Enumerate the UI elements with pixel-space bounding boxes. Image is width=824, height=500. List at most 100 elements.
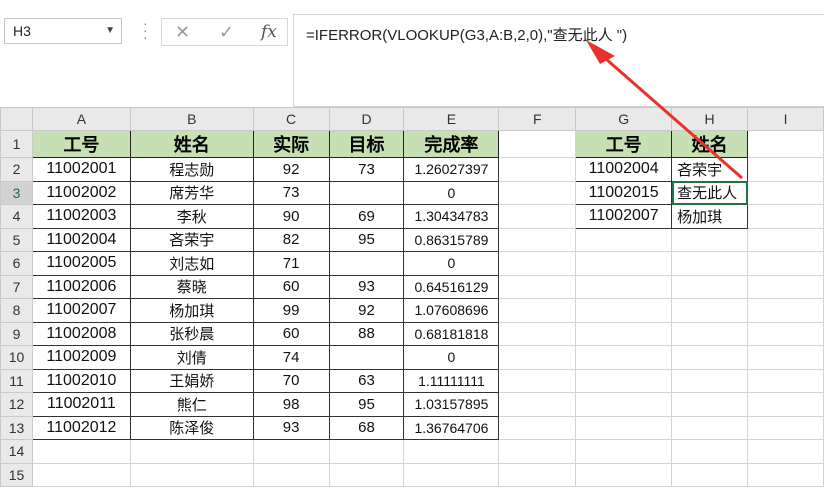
- cell[interactable]: 11002002: [31, 180, 131, 205]
- cell[interactable]: 席芳华: [129, 180, 254, 205]
- row-header[interactable]: 1: [0, 130, 33, 158]
- cell[interactable]: [575, 274, 673, 299]
- cell[interactable]: [498, 204, 577, 229]
- cell[interactable]: [403, 462, 500, 487]
- cell[interactable]: 刘倩: [129, 345, 254, 370]
- cell[interactable]: [328, 439, 405, 464]
- cell[interactable]: [575, 321, 673, 346]
- cell[interactable]: [575, 298, 673, 323]
- cell[interactable]: 0: [403, 345, 500, 370]
- cell[interactable]: [747, 345, 824, 370]
- header-cell[interactable]: 姓名: [129, 130, 254, 158]
- cell[interactable]: [747, 392, 824, 417]
- cell[interactable]: [747, 130, 824, 158]
- cell[interactable]: [498, 439, 577, 464]
- cell[interactable]: [671, 462, 749, 487]
- cell[interactable]: 1.26027397: [403, 157, 500, 182]
- row-header[interactable]: 12: [0, 392, 33, 417]
- cell[interactable]: 60: [252, 274, 330, 299]
- cell[interactable]: 1.36764706: [403, 415, 500, 440]
- cell[interactable]: 张秒晨: [129, 321, 254, 346]
- row-header[interactable]: 15: [0, 462, 33, 487]
- cell[interactable]: 95: [328, 392, 405, 417]
- cell[interactable]: 刘志如: [129, 251, 254, 276]
- cell[interactable]: 11002001: [31, 157, 131, 182]
- cell[interactable]: [498, 130, 577, 158]
- header-cell[interactable]: 实际: [252, 130, 330, 158]
- cell[interactable]: [747, 415, 824, 440]
- cell[interactable]: [129, 462, 254, 487]
- cell[interactable]: [671, 274, 749, 299]
- cell[interactable]: 1.11111111: [403, 368, 500, 393]
- column-header-e[interactable]: E: [403, 107, 500, 131]
- cell[interactable]: 1.07608696: [403, 298, 500, 323]
- header-cell[interactable]: 工号: [575, 130, 673, 158]
- cell[interactable]: 11002009: [31, 345, 131, 370]
- cell[interactable]: [575, 345, 673, 370]
- column-header-b[interactable]: B: [129, 107, 254, 131]
- cell[interactable]: 程志勋: [129, 157, 254, 182]
- cell[interactable]: 88: [328, 321, 405, 346]
- chevron-down-icon[interactable]: ▼: [105, 19, 115, 43]
- cell[interactable]: [747, 274, 824, 299]
- cell[interactable]: [498, 462, 577, 487]
- cell[interactable]: [498, 274, 577, 299]
- cell[interactable]: 11002012: [31, 415, 131, 440]
- select-all-corner[interactable]: [0, 107, 33, 131]
- cell[interactable]: 蔡晓: [129, 274, 254, 299]
- cell[interactable]: 0.64516129: [403, 274, 500, 299]
- cell[interactable]: 吝荣宇: [129, 227, 254, 252]
- cell[interactable]: 69: [328, 204, 405, 229]
- cell[interactable]: [328, 345, 405, 370]
- cell[interactable]: [747, 180, 824, 205]
- cell[interactable]: 0: [403, 251, 500, 276]
- cell[interactable]: 93: [252, 415, 330, 440]
- cell[interactable]: 63: [328, 368, 405, 393]
- cell[interactable]: 74: [252, 345, 330, 370]
- row-header[interactable]: 8: [0, 298, 33, 323]
- cell[interactable]: 68: [328, 415, 405, 440]
- row-header[interactable]: 3: [0, 180, 33, 205]
- column-header-f[interactable]: F: [498, 107, 577, 131]
- selected-cell[interactable]: 查无此人: [671, 180, 749, 205]
- cell[interactable]: 11002006: [31, 274, 131, 299]
- cell[interactable]: 11002007: [31, 298, 131, 323]
- cell[interactable]: [671, 298, 749, 323]
- cell[interactable]: [252, 462, 330, 487]
- cell[interactable]: [498, 368, 577, 393]
- cell[interactable]: 73: [252, 180, 330, 205]
- header-cell[interactable]: 完成率: [403, 130, 500, 158]
- cell[interactable]: [328, 462, 405, 487]
- cell[interactable]: 11002003: [31, 204, 131, 229]
- header-cell[interactable]: 工号: [31, 130, 131, 158]
- cell[interactable]: [747, 157, 824, 182]
- cell[interactable]: [498, 345, 577, 370]
- cell[interactable]: 11002005: [31, 251, 131, 276]
- row-header[interactable]: 13: [0, 415, 33, 440]
- cell[interactable]: 陈泽俊: [129, 415, 254, 440]
- cell[interactable]: [747, 298, 824, 323]
- cell[interactable]: [403, 439, 500, 464]
- cell[interactable]: [575, 368, 673, 393]
- cell[interactable]: 90: [252, 204, 330, 229]
- cell[interactable]: [671, 251, 749, 276]
- cell[interactable]: [498, 251, 577, 276]
- column-header-a[interactable]: A: [31, 107, 131, 131]
- cell[interactable]: 1.30434783: [403, 204, 500, 229]
- cell[interactable]: 11002015: [575, 180, 673, 205]
- cell[interactable]: 11002004: [31, 227, 131, 252]
- cell[interactable]: 82: [252, 227, 330, 252]
- cell[interactable]: 93: [328, 274, 405, 299]
- column-header-h[interactable]: H: [671, 107, 749, 131]
- cell[interactable]: [747, 462, 824, 487]
- cell[interactable]: [671, 368, 749, 393]
- cell[interactable]: [328, 251, 405, 276]
- cell[interactable]: 92: [328, 298, 405, 323]
- cell[interactable]: [747, 321, 824, 346]
- cell[interactable]: [671, 345, 749, 370]
- cell[interactable]: 杨加琪: [129, 298, 254, 323]
- cell[interactable]: 70: [252, 368, 330, 393]
- cell[interactable]: [252, 439, 330, 464]
- header-cell[interactable]: 目标: [328, 130, 405, 158]
- cell[interactable]: [498, 415, 577, 440]
